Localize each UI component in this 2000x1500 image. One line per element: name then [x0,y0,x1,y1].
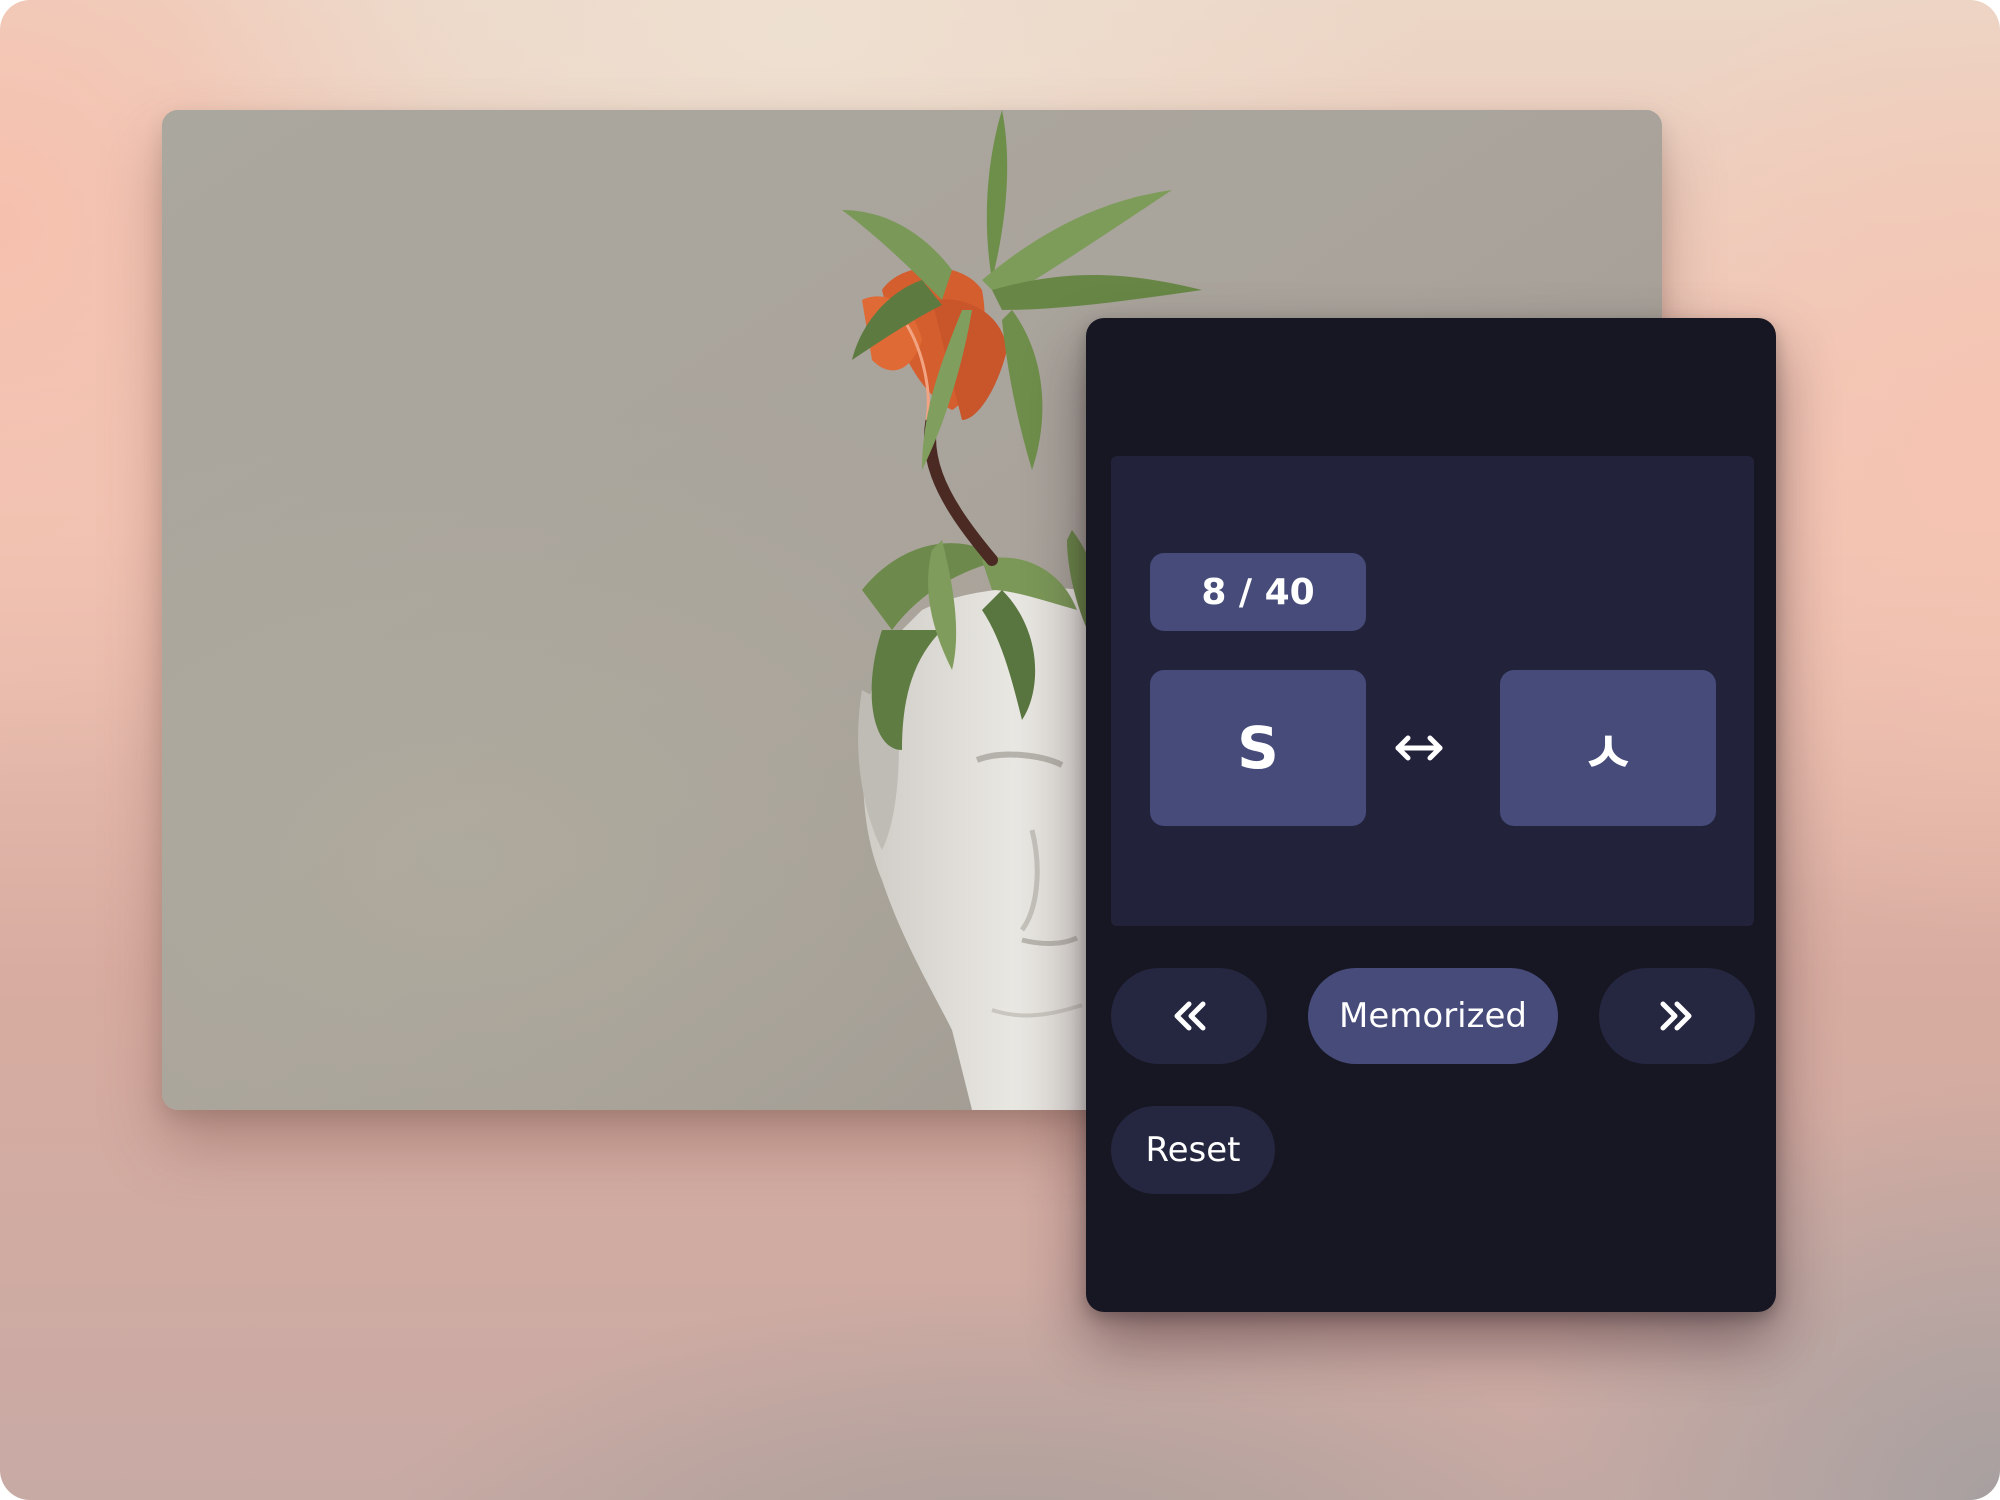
front-glyph-tile[interactable]: S [1150,670,1366,826]
previous-card-button[interactable] [1111,968,1267,1064]
flashcard-panel: 8 / 40 S ㅅ Memorized Reset [1086,318,1776,1312]
left-right-arrow-icon [1395,735,1443,761]
next-card-button[interactable] [1599,968,1755,1064]
card-counter: 8 / 40 [1150,553,1366,631]
flashcard-area: 8 / 40 S ㅅ [1111,456,1754,926]
double-chevron-right-icon [1660,1001,1692,1031]
back-glyph-tile[interactable]: ㅅ [1500,670,1716,826]
double-chevron-left-icon [1174,1001,1206,1031]
reset-button[interactable]: Reset [1111,1106,1275,1194]
memorized-button[interactable]: Memorized [1308,968,1558,1064]
